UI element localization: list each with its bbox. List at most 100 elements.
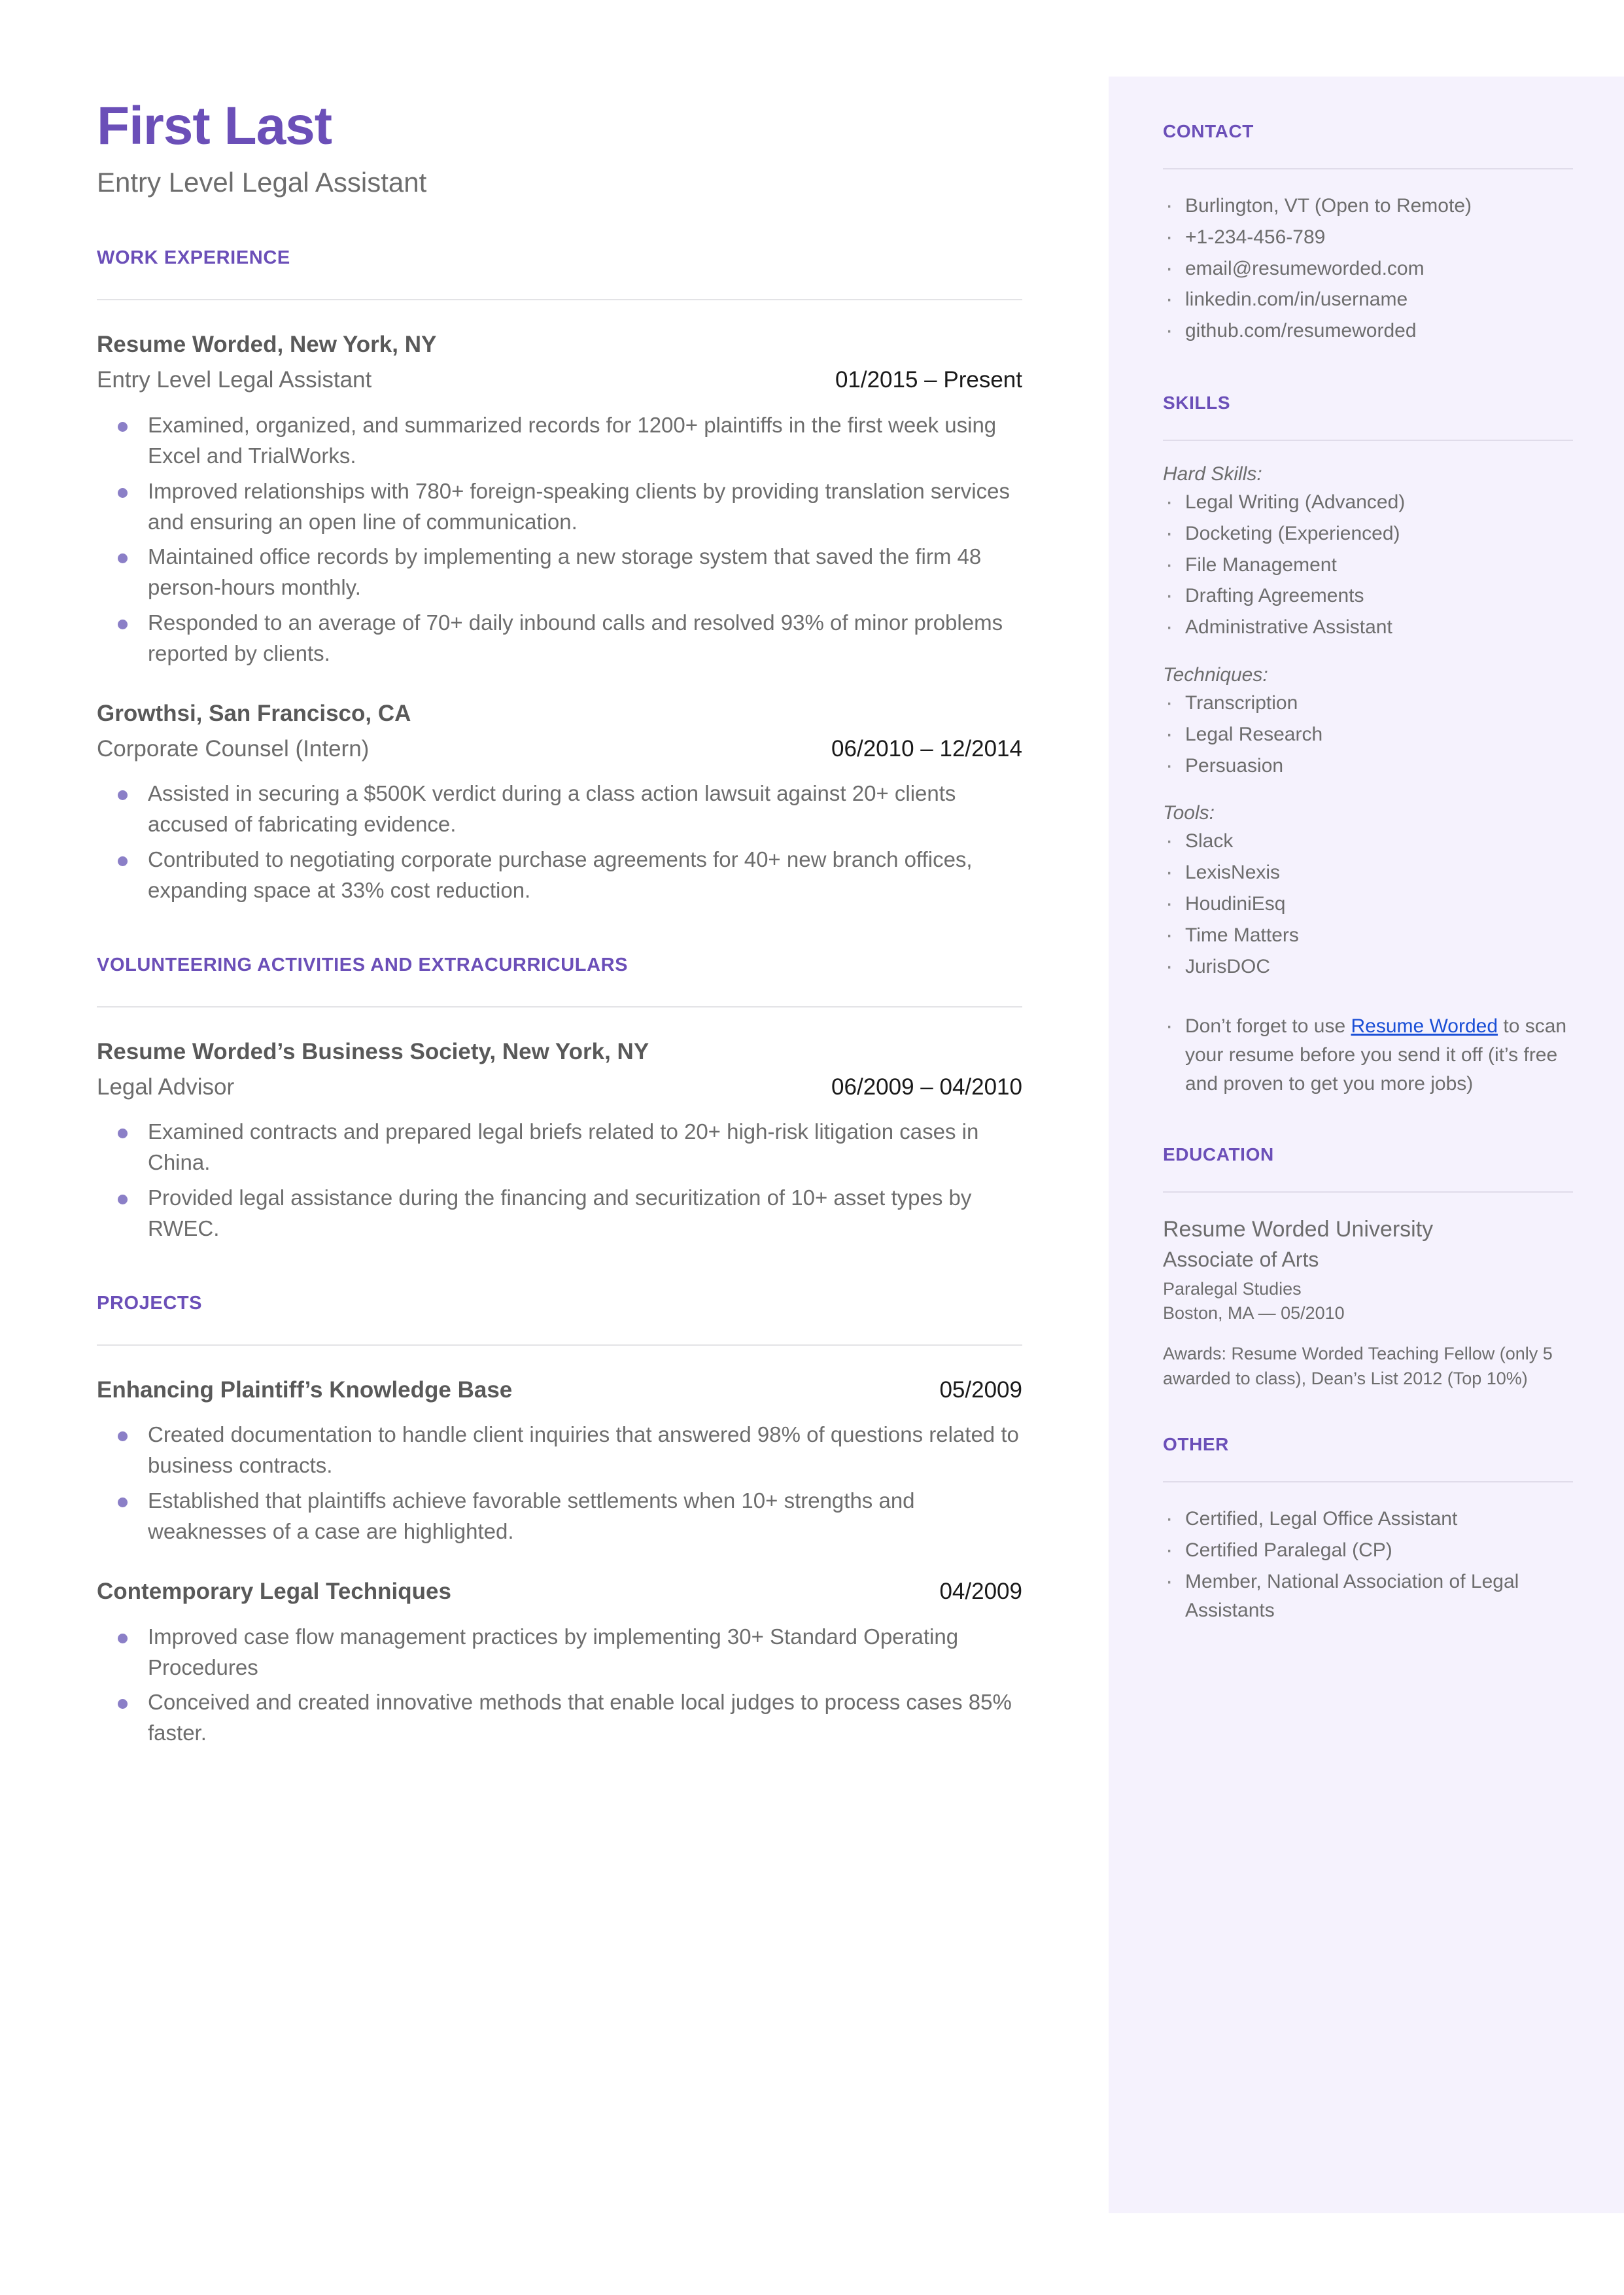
skill-item: File Management: [1163, 549, 1573, 581]
bullet-item: Maintained office records by implementin…: [97, 542, 1022, 603]
section-heading-projects: PROJECTS: [97, 1292, 203, 1314]
contact-github[interactable]: github.com/resumeworded: [1163, 315, 1573, 347]
bullet-item: Provided legal assistance during the fin…: [97, 1183, 1022, 1244]
work-entry: Growthsi, San Francisco, CA Corporate Co…: [97, 699, 1022, 906]
project-title-row: Contemporary Legal Techniques 04/2009: [97, 1577, 1022, 1606]
skill-item: Persuasion: [1163, 750, 1573, 782]
section-divider: [97, 1344, 1022, 1346]
other-item: Certified, Legal Office Assistant: [1163, 1503, 1573, 1535]
contact-list: Burlington, VT (Open to Remote) +1-234-4…: [1163, 190, 1573, 347]
project-date: 05/2009: [939, 1376, 1022, 1403]
education-degree: Associate of Arts: [1163, 1247, 1319, 1271]
section-heading-work-experience: WORK EXPERIENCE: [97, 247, 290, 269]
bullet-item: Examined contracts and prepared legal br…: [97, 1117, 1022, 1178]
skill-item: JurisDOC: [1163, 951, 1573, 983]
skills-group-tools: Tools: Slack LexisNexis HoudiniEsq Time …: [1163, 802, 1573, 983]
bullet-item: Responded to an average of 70+ daily inb…: [97, 608, 1022, 669]
entry-role-row: Legal Advisor 06/2009 – 04/2010: [97, 1073, 1022, 1102]
contact-email[interactable]: email@resumeworded.com: [1163, 253, 1573, 285]
bullet-item: Created documentation to handle client i…: [97, 1420, 1022, 1481]
other-block: Certified, Legal Office Assistant Certif…: [1163, 1503, 1573, 1625]
bullet-item: Assisted in securing a $500K verdict dur…: [97, 779, 1022, 840]
project-title: Enhancing Plaintiff’s Knowledge Base: [97, 1376, 513, 1403]
contact-block: Burlington, VT (Open to Remote) +1-234-4…: [1163, 190, 1573, 347]
education-school: Resume Worded University: [1163, 1216, 1434, 1242]
skill-item: Legal Writing (Advanced): [1163, 486, 1573, 518]
project-title: Contemporary Legal Techniques: [97, 1578, 451, 1604]
sidebar-divider: [1163, 1191, 1573, 1193]
education-field: Paralegal Studies: [1163, 1278, 1302, 1299]
resume-page: First Last Entry Level Legal Assistant W…: [0, 0, 1624, 2295]
entry-bullet-list: Assisted in securing a $500K verdict dur…: [97, 779, 1022, 905]
other-item: Certified Paralegal (CP): [1163, 1534, 1573, 1566]
bullet-item: Established that plaintiffs achieve favo…: [97, 1486, 1022, 1547]
resume-worded-promo-note: Don’t forget to use Resume Worded to sca…: [1163, 1010, 1573, 1098]
work-entry: Resume Worded, New York, NY Entry Level …: [97, 330, 1022, 669]
bullet-item: Improved relationships with 780+ foreign…: [97, 476, 1022, 538]
sidebar-heading-contact: CONTACT: [1163, 121, 1254, 141]
project-entry: Contemporary Legal Techniques 04/2009 Im…: [97, 1577, 1022, 1749]
entry-date: 06/2009 – 04/2010: [831, 1074, 1022, 1100]
project-title-row: Enhancing Plaintiff’s Knowledge Base 05/…: [97, 1376, 1022, 1405]
project-date: 04/2009: [939, 1578, 1022, 1604]
candidate-subtitle: Entry Level Legal Assistant: [97, 167, 427, 198]
skills-group-techniques: Techniques: Transcription Legal Research…: [1163, 664, 1573, 782]
entry-organization: Resume Worded’s Business Society, New Yo…: [97, 1038, 649, 1064]
skill-item: Legal Research: [1163, 718, 1573, 750]
sidebar-heading-skills: SKILLS: [1163, 392, 1231, 413]
education-awards: Awards: Resume Worded Teaching Fellow (o…: [1163, 1343, 1553, 1388]
bullet-item: Contributed to negotiating corporate pur…: [97, 845, 1022, 906]
skills-list: Slack LexisNexis HoudiniEsq Time Matters…: [1163, 825, 1573, 983]
skill-item: HoudiniEsq: [1163, 888, 1573, 920]
skill-item: Slack: [1163, 825, 1573, 857]
skill-item: Docketing (Experienced): [1163, 517, 1573, 550]
promo-prefix: Don’t forget to use: [1185, 1015, 1351, 1038]
entry-bullet-list: Examined, organized, and summarized reco…: [97, 410, 1022, 669]
sidebar-heading-education: EDUCATION: [1163, 1144, 1274, 1165]
project-entry: Enhancing Plaintiff’s Knowledge Base 05/…: [97, 1376, 1022, 1547]
entry-role: Entry Level Legal Assistant: [97, 367, 372, 393]
bullet-item: Examined, organized, and summarized reco…: [97, 410, 1022, 472]
entry-date: 06/2010 – 12/2014: [831, 735, 1022, 762]
entry-role: Corporate Counsel (Intern): [97, 735, 370, 762]
bullet-item: Improved case flow management practices …: [97, 1622, 1022, 1683]
resume-worded-link[interactable]: Resume Worded: [1351, 1015, 1498, 1037]
sidebar-divider: [1163, 439, 1573, 441]
sidebar: CONTACT Burlington, VT (Open to Remote) …: [1109, 77, 1624, 2213]
section-divider: [97, 1006, 1022, 1007]
entry-organization: Growthsi, San Francisco, CA: [97, 700, 411, 726]
entry-bullet-list: Examined contracts and prepared legal br…: [97, 1117, 1022, 1244]
entry-role: Legal Advisor: [97, 1074, 235, 1100]
contact-phone: +1-234-456-789: [1163, 221, 1573, 253]
contact-linkedin[interactable]: linkedin.com/in/username: [1163, 283, 1573, 315]
section-divider: [97, 299, 1022, 301]
skills-list: Transcription Legal Research Persuasion: [1163, 687, 1573, 782]
volunteering-entry: Resume Worded’s Business Society, New Yo…: [97, 1038, 1022, 1244]
sidebar-heading-other: OTHER: [1163, 1434, 1229, 1455]
entry-organization: Resume Worded, New York, NY: [97, 332, 437, 358]
entry-date: 01/2015 – Present: [835, 367, 1022, 393]
entry-bullet-list: Improved case flow management practices …: [97, 1622, 1022, 1749]
skill-item: Transcription: [1163, 687, 1573, 719]
entry-bullet-list: Created documentation to handle client i…: [97, 1420, 1022, 1547]
skill-item: Time Matters: [1163, 919, 1573, 951]
skills-list: Legal Writing (Advanced) Docketing (Expe…: [1163, 486, 1573, 644]
other-list: Certified, Legal Office Assistant Certif…: [1163, 1503, 1573, 1625]
education-location-date: Boston, MA — 05/2010: [1163, 1303, 1345, 1323]
skill-item: Administrative Assistant: [1163, 611, 1573, 643]
skills-group-hard-skills: Hard Skills: Legal Writing (Advanced) Do…: [1163, 463, 1573, 644]
candidate-name: First Last: [97, 96, 332, 156]
entry-role-row: Corporate Counsel (Intern) 06/2010 – 12/…: [97, 735, 1022, 763]
entry-role-row: Entry Level Legal Assistant 01/2015 – Pr…: [97, 366, 1022, 394]
skills-group-label: Tools:: [1163, 802, 1215, 824]
main-column: First Last Entry Level Legal Assistant W…: [97, 96, 1022, 1753]
skill-item: LexisNexis: [1163, 856, 1573, 888]
education-block: Resume Worded University Associate of Ar…: [1163, 1215, 1573, 1392]
contact-location: Burlington, VT (Open to Remote): [1163, 190, 1573, 222]
sidebar-divider: [1163, 168, 1573, 169]
skill-item: Drafting Agreements: [1163, 580, 1573, 612]
section-heading-volunteering: VOLUNTEERING ACTIVITIES AND EXTRACURRICU…: [97, 954, 629, 975]
other-item: Member, National Association of Legal As…: [1163, 1566, 1573, 1625]
skills-group-label: Hard Skills:: [1163, 463, 1262, 485]
bullet-item: Conceived and created innovative methods…: [97, 1687, 1022, 1749]
